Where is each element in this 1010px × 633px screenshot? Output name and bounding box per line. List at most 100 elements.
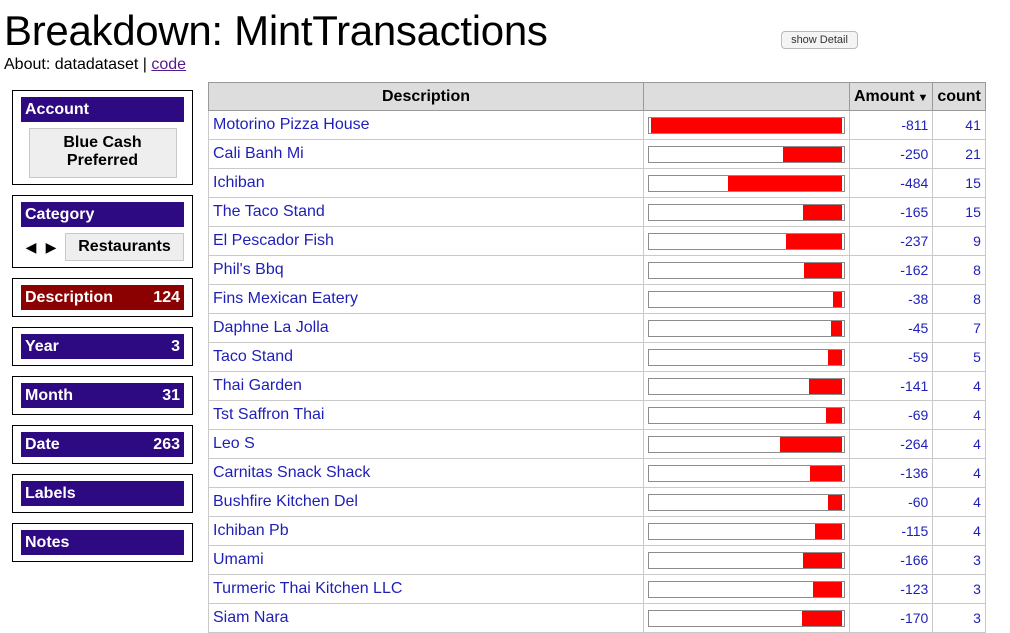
facet-count: 3 xyxy=(171,338,180,355)
facet-header-labels[interactable]: Labels xyxy=(21,481,184,506)
description-cell[interactable]: Phil's Bbq xyxy=(208,255,644,285)
amount-bar-fill xyxy=(786,233,842,249)
facet-label: Account xyxy=(25,101,89,118)
amount-cell[interactable]: -60 xyxy=(848,487,934,517)
facet-label: Year xyxy=(25,338,59,355)
description-cell[interactable]: Motorino Pizza House xyxy=(208,110,644,140)
facet-label: Labels xyxy=(25,485,76,502)
description-cell[interactable]: El Pescador Fish xyxy=(208,226,644,256)
account-filter-value[interactable]: Blue Cash Preferred xyxy=(28,128,177,178)
facet-sidebar: Account Blue Cash Preferred Category ◀ ▶… xyxy=(12,90,193,572)
facet-header-date[interactable]: Date 263 xyxy=(21,432,184,457)
amount-cell[interactable]: -69 xyxy=(848,400,934,430)
column-header-amount[interactable]: Amount ▼ xyxy=(848,82,934,111)
table-row: Thai Garden -141 4 xyxy=(208,371,986,401)
amount-cell[interactable]: -136 xyxy=(848,458,934,488)
amount-cell[interactable]: -170 xyxy=(848,603,934,633)
count-cell: 4 xyxy=(932,371,986,401)
amount-bar xyxy=(648,319,845,337)
description-cell[interactable]: Ichiban xyxy=(208,168,644,198)
code-link[interactable]: code xyxy=(151,56,186,73)
description-cell[interactable]: The Taco Stand xyxy=(208,197,644,227)
amount-cell[interactable]: -115 xyxy=(848,516,934,546)
amount-bar xyxy=(648,522,845,540)
facet-label: Category xyxy=(25,206,95,223)
description-cell[interactable]: Siam Nara xyxy=(208,603,644,633)
table-row: El Pescador Fish -237 9 xyxy=(208,226,986,256)
description-cell[interactable]: Ichiban Pb xyxy=(208,516,644,546)
amount-bar-cell xyxy=(643,342,850,372)
facet-list: Description 124 Year 3 Month 31 Date 263 Labels N… xyxy=(12,278,193,562)
table-body: Motorino Pizza House -811 41 Cali Banh Mi -2… xyxy=(208,110,986,633)
amount-cell[interactable]: -166 xyxy=(848,545,934,575)
facet-header-month[interactable]: Month 31 xyxy=(21,383,184,408)
description-cell[interactable]: Turmeric Thai Kitchen LLC xyxy=(208,574,644,604)
amount-bar xyxy=(648,116,845,134)
facet-header-description[interactable]: Description 124 xyxy=(21,285,184,310)
show-detail-button[interactable]: show Detail xyxy=(781,31,858,49)
description-cell[interactable]: Taco Stand xyxy=(208,342,644,372)
amount-cell[interactable]: -811 xyxy=(848,110,934,140)
amount-bar-fill xyxy=(801,610,842,626)
amount-bar-fill xyxy=(651,117,842,133)
table-row: Motorino Pizza House -811 41 xyxy=(208,110,986,140)
amount-bar xyxy=(648,551,845,569)
amount-cell[interactable]: -484 xyxy=(848,168,934,198)
amount-header-label: Amount xyxy=(854,87,915,105)
count-cell: 4 xyxy=(932,516,986,546)
amount-bar-cell xyxy=(643,429,850,459)
amount-cell[interactable]: -264 xyxy=(848,429,934,459)
description-cell[interactable]: Bushfire Kitchen Del xyxy=(208,487,644,517)
facet-category: Category ◀ ▶ Restaurants xyxy=(12,195,193,268)
category-filter-value[interactable]: Restaurants xyxy=(65,233,184,261)
amount-bar-cell xyxy=(643,255,850,285)
count-cell: 8 xyxy=(932,255,986,285)
description-cell[interactable]: Cali Banh Mi xyxy=(208,139,644,169)
facet-header-category[interactable]: Category xyxy=(21,202,184,227)
amount-cell[interactable]: -165 xyxy=(848,197,934,227)
description-cell[interactable]: Umami xyxy=(208,545,644,575)
facet-header-notes[interactable]: Notes xyxy=(21,530,184,555)
amount-bar xyxy=(648,609,845,627)
amount-cell[interactable]: -237 xyxy=(848,226,934,256)
table-row: Tst Saffron Thai -69 4 xyxy=(208,400,986,430)
facet-label: Date xyxy=(25,436,60,453)
count-cell: 41 xyxy=(932,110,986,140)
amount-bar-cell xyxy=(643,371,850,401)
amount-cell[interactable]: -141 xyxy=(848,371,934,401)
description-cell[interactable]: Fins Mexican Eatery xyxy=(208,284,644,314)
amount-bar xyxy=(648,580,845,598)
amount-cell[interactable]: -162 xyxy=(848,255,934,285)
amount-bar-fill xyxy=(779,436,842,452)
amount-cell[interactable]: -38 xyxy=(848,284,934,314)
amount-bar-cell xyxy=(643,197,850,227)
amount-cell[interactable]: -250 xyxy=(848,139,934,169)
facet-header-year[interactable]: Year 3 xyxy=(21,334,184,359)
count-cell: 9 xyxy=(932,226,986,256)
description-cell[interactable]: Thai Garden xyxy=(208,371,644,401)
count-cell: 4 xyxy=(932,429,986,459)
description-cell[interactable]: Daphne La Jolla xyxy=(208,313,644,343)
facet-header-account[interactable]: Account xyxy=(21,97,184,122)
column-header-description[interactable]: Description xyxy=(208,82,644,111)
amount-bar-cell xyxy=(643,226,850,256)
amount-cell[interactable]: -59 xyxy=(848,342,934,372)
description-cell[interactable]: Leo S xyxy=(208,429,644,459)
facet-label: Month xyxy=(25,387,73,404)
triangle-left-icon[interactable]: ◀ xyxy=(21,239,41,256)
triangle-right-icon[interactable]: ▶ xyxy=(41,239,61,256)
column-header-count[interactable]: count xyxy=(932,82,986,111)
amount-bar xyxy=(648,435,845,453)
amount-bar-fill xyxy=(825,407,842,423)
description-cell[interactable]: Tst Saffron Thai xyxy=(208,400,644,430)
facet-description: Description 124 xyxy=(12,278,193,317)
table-row: Fins Mexican Eatery -38 8 xyxy=(208,284,986,314)
facet-label: Description xyxy=(25,289,114,306)
about-line: About: datadataset | code xyxy=(4,56,186,74)
amount-bar-cell xyxy=(643,284,850,314)
amount-cell[interactable]: -123 xyxy=(848,574,934,604)
description-cell[interactable]: Carnitas Snack Shack xyxy=(208,458,644,488)
caret-down-icon: ▼ xyxy=(917,91,929,104)
amount-cell[interactable]: -45 xyxy=(848,313,934,343)
amount-bar-fill xyxy=(803,204,842,220)
